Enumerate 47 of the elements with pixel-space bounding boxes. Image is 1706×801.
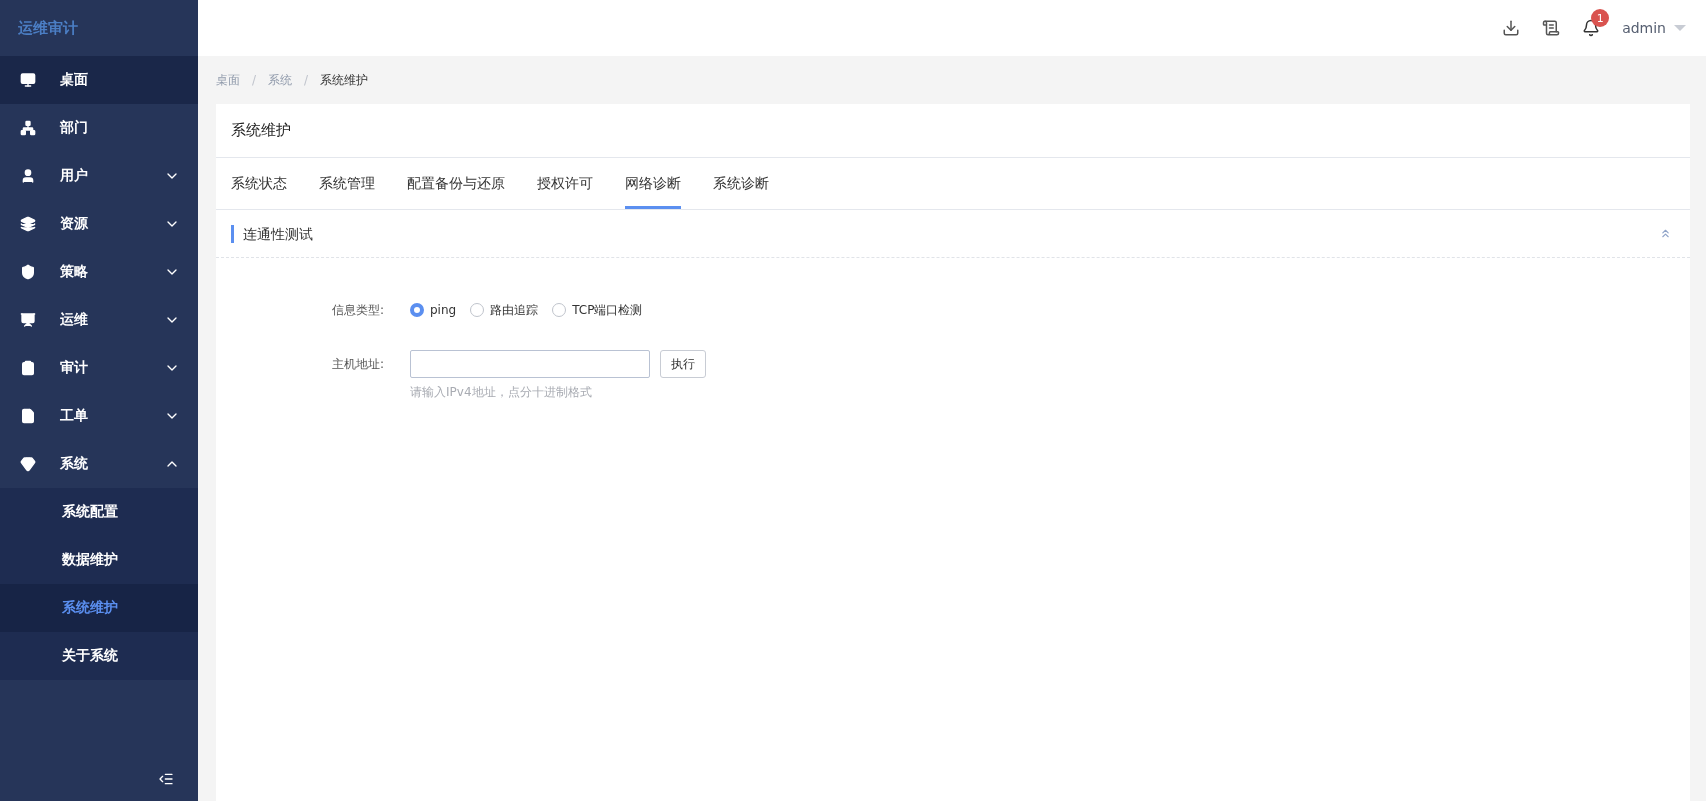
app-logo: 运维审计: [17, 17, 79, 39]
sidebar-item[interactable]: 部门: [0, 104, 198, 152]
sidebar-item[interactable]: 桌面: [0, 56, 198, 104]
field-hint: 请输入IPv4地址，点分十进制格式: [410, 384, 593, 401]
sidebar-subitem[interactable]: 关于系统: [0, 632, 198, 680]
execute-button[interactable]: 执行: [660, 350, 706, 378]
tab[interactable]: 授权许可: [537, 158, 593, 209]
document-icon: [20, 408, 36, 424]
download-icon[interactable]: [1502, 19, 1521, 37]
sidebar-item[interactable]: 策略: [0, 248, 198, 296]
collapse-icon[interactable]: [1659, 227, 1672, 240]
presentation-icon: [20, 312, 36, 328]
user-icon: [20, 168, 36, 184]
sidebar-item[interactable]: 用户: [0, 152, 198, 200]
radio-option[interactable]: ping: [410, 303, 457, 317]
breadcrumb-current: 系统维护: [320, 71, 369, 89]
document-list-icon[interactable]: [1542, 19, 1561, 37]
field-label: 信息类型:: [331, 302, 384, 319]
shield-icon: [20, 264, 36, 280]
section-title: 连通性测试: [231, 224, 1659, 243]
sidebar-subitem[interactable]: 数据维护: [0, 536, 198, 584]
breadcrumb-separator: /: [304, 73, 309, 87]
monitor-icon: [20, 72, 36, 88]
user-menu[interactable]: admin: [1622, 20, 1686, 36]
org-chart-icon: [20, 120, 36, 136]
layers-icon: [20, 216, 36, 232]
radio-option[interactable]: TCP端口检测: [552, 301, 643, 319]
page-title: 系统维护: [216, 104, 1690, 158]
radio-option[interactable]: 路由追踪: [470, 301, 539, 319]
sidebar-subitem[interactable]: 系统配置: [0, 488, 198, 536]
notification-badge: 1: [1591, 9, 1610, 27]
sidebar-item[interactable]: 系统: [0, 440, 198, 488]
breadcrumb-separator: /: [252, 73, 257, 87]
host-input-field[interactable]: [410, 350, 650, 378]
tab[interactable]: 系统诊断: [713, 158, 769, 209]
tab[interactable]: 网络诊断: [625, 158, 681, 209]
tab[interactable]: 系统管理: [319, 158, 375, 209]
tab[interactable]: 系统状态: [231, 158, 287, 209]
sidebar-item[interactable]: 运维: [0, 296, 198, 344]
collapse-menu-icon[interactable]: [158, 771, 174, 787]
field-label: 主机地址:: [331, 356, 384, 373]
sidebar-item[interactable]: 审计: [0, 344, 198, 392]
sidebar-item[interactable]: 工单: [0, 392, 198, 440]
gem-icon: [20, 456, 36, 472]
tab[interactable]: 配置备份与还原: [407, 158, 505, 209]
sidebar-item[interactable]: 资源: [0, 200, 198, 248]
sidebar-subitem[interactable]: 系统维护: [0, 584, 198, 632]
